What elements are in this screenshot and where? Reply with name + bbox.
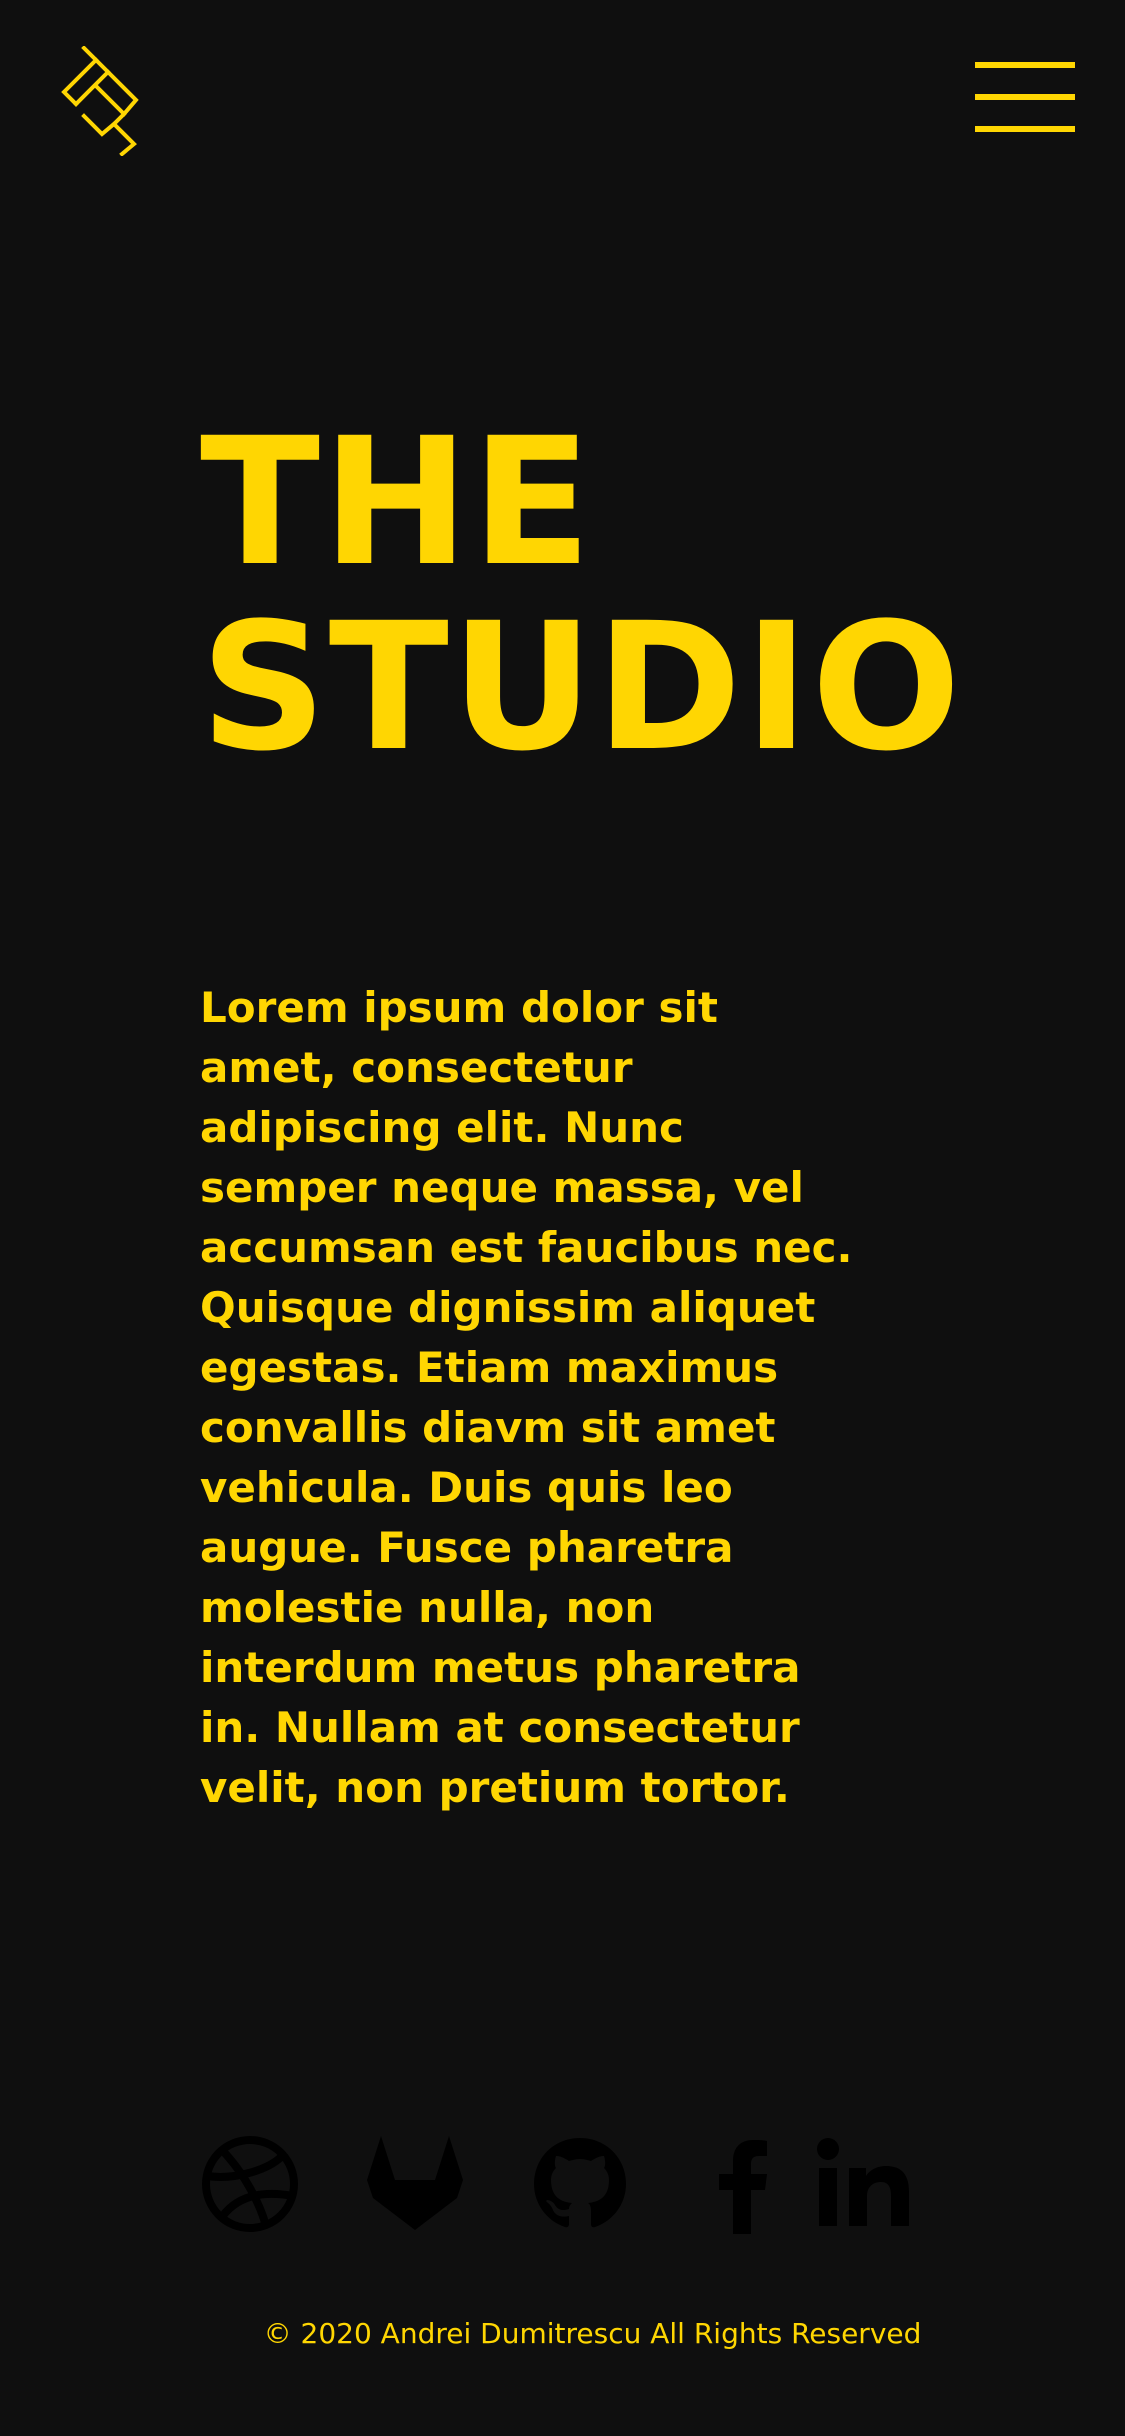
studio-logo-icon[interactable] xyxy=(58,46,142,156)
page-title: THE STUDIO xyxy=(200,410,963,780)
menu-line-middle xyxy=(975,94,1075,100)
page-title-line-1: THE xyxy=(200,400,594,605)
intro-line: Quisque dignissim aliquet xyxy=(200,1283,816,1332)
intro-line: interdum metus pharetra xyxy=(200,1643,801,1692)
linkedin-icon[interactable] xyxy=(815,2134,915,2234)
intro-line: egestas. Etiam maximus xyxy=(200,1343,779,1392)
intro-line: augue. Fusce pharetra xyxy=(200,1523,734,1572)
intro-line: accumsan est faucibus nec. xyxy=(200,1223,853,1272)
intro-line: in. Nullam at consectetur xyxy=(200,1703,800,1752)
hamburger-menu-button[interactable] xyxy=(975,62,1075,136)
copyright-text: © 2020 Andrei Dumitrescu All Rights Rese… xyxy=(263,2317,922,2350)
intro-line: molestie nulla, non xyxy=(200,1583,655,1632)
intro-line: convallis diavm sit amet xyxy=(200,1403,776,1452)
intro-paragraph: Lorem ipsum dolor sit amet, consectetur … xyxy=(200,978,960,1818)
intro-line: semper neque massa, vel xyxy=(200,1163,804,1212)
intro-line: adipiscing elit. Nunc xyxy=(200,1103,684,1152)
menu-line-bottom xyxy=(975,126,1075,132)
intro-line: vehicula. Duis quis leo xyxy=(200,1463,733,1512)
intro-line: Lorem ipsum dolor sit xyxy=(200,983,718,1032)
intro-line: amet, consectetur xyxy=(200,1043,633,1092)
page-title-line-2: STUDIO xyxy=(200,585,963,790)
gitlab-icon[interactable] xyxy=(365,2134,465,2234)
dribbble-icon[interactable] xyxy=(200,2134,300,2234)
github-icon[interactable] xyxy=(530,2134,630,2234)
facebook-icon[interactable] xyxy=(695,2134,795,2234)
menu-line-top xyxy=(975,62,1075,68)
social-links xyxy=(200,2134,915,2244)
intro-line: velit, non pretium tortor. xyxy=(200,1763,790,1812)
site-header xyxy=(0,0,1125,200)
